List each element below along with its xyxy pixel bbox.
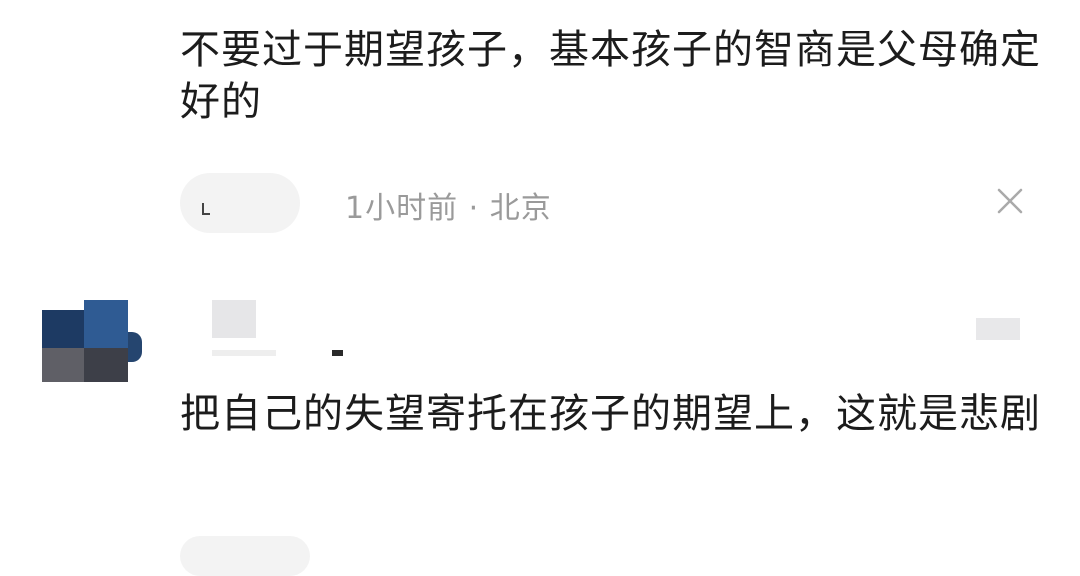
- close-icon[interactable]: [990, 181, 1030, 221]
- like-area-redacted[interactable]: [976, 318, 1020, 340]
- avatar[interactable]: [42, 292, 142, 382]
- reply-avatar-placeholder[interactable]: [180, 173, 300, 233]
- comment-text: 把自己的失望寄托在孩子的期望上，这就是悲剧: [180, 391, 1041, 437]
- comment-time-location: 1小时前 · 北京: [345, 191, 552, 226]
- reply-avatar-placeholder[interactable]: [180, 536, 310, 576]
- username-subline-redacted: [212, 350, 372, 356]
- comment-text: 不要过于期望孩子，基本孩子的智商是父母确定好的: [180, 27, 1041, 125]
- comment-meta-row: 1小时前 · 北京: [180, 173, 1040, 233]
- username-redacted[interactable]: [212, 300, 256, 338]
